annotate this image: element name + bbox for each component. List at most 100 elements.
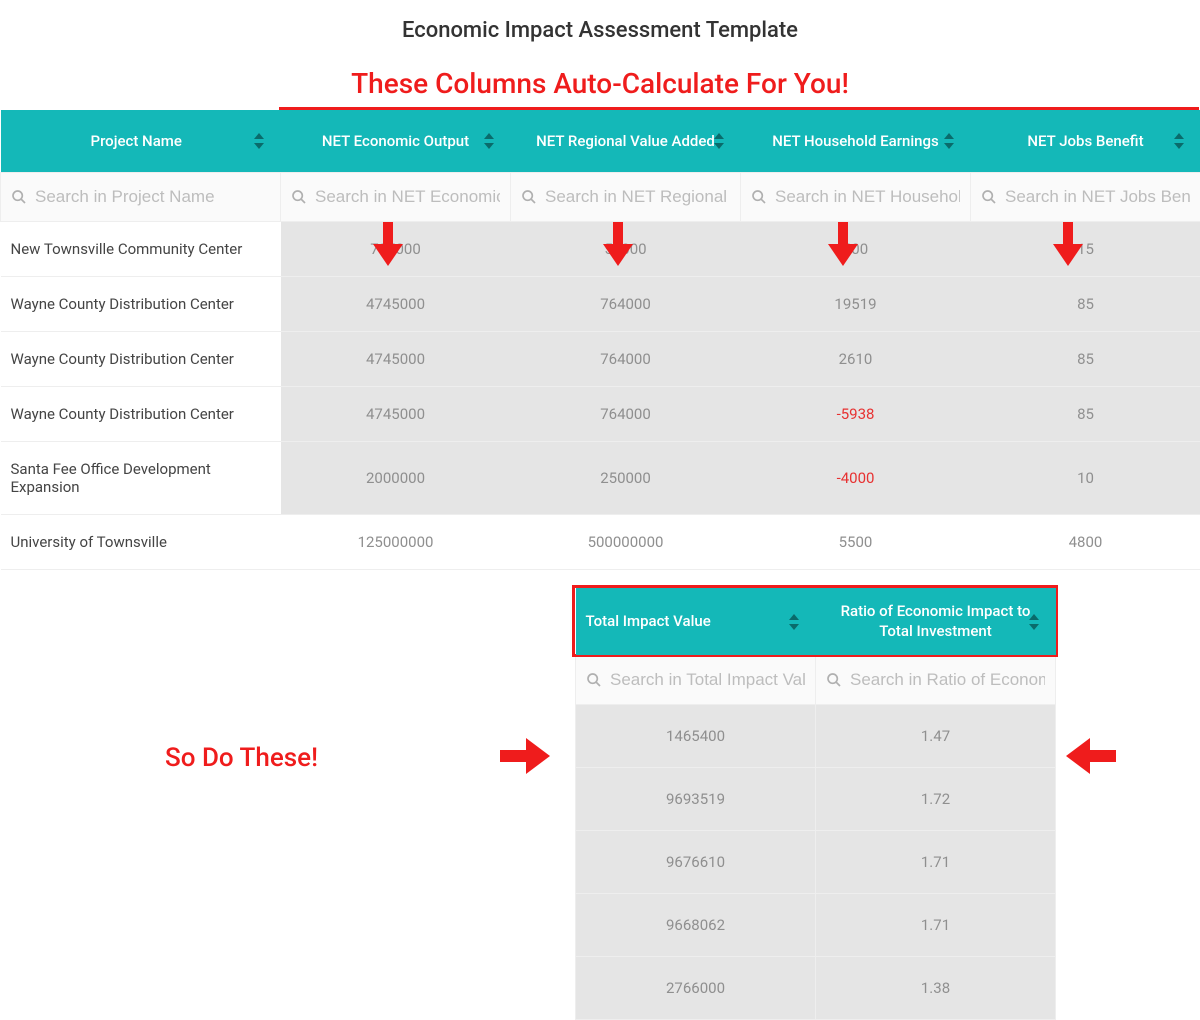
cell-value: 9668062 [576, 894, 816, 957]
sort-icon[interactable] [713, 133, 725, 149]
table-header-row: Project Name NET Economic Output NET Reg… [1, 110, 1200, 173]
table-header-row: Total Impact Value Ratio of Economic Imp… [576, 588, 1056, 656]
table-row: 96680621.71 [576, 894, 1056, 957]
cell-value: 9676610 [576, 831, 816, 894]
cell-project-name: Wayne County Distribution Center [1, 277, 281, 332]
table-row: University of Townsville1250000005000000… [1, 515, 1200, 570]
search-input-ratio-impact[interactable] [850, 670, 1045, 690]
table-row: Santa Fee Office Development Expansion20… [1, 442, 1200, 515]
col-header-label: NET Economic Output [322, 132, 469, 150]
col-header-net-household-earnings[interactable]: NET Household Earnings [741, 110, 971, 173]
search-row [576, 656, 1056, 705]
col-header-label: Total Impact Value [586, 612, 711, 630]
cell-value: 85 [971, 277, 1200, 332]
cell-value: 1.72 [816, 768, 1056, 831]
arrow-down-icon [1053, 222, 1083, 266]
annotation-bottom: So Do These! [165, 743, 318, 773]
sort-icon[interactable] [788, 614, 800, 630]
cell-value: 764000 [511, 332, 741, 387]
cell-project-name: Santa Fee Office Development Expansion [1, 442, 281, 515]
col-header-net-economic-output[interactable]: NET Economic Output [281, 110, 511, 173]
table-row: Wayne County Distribution Center47450007… [1, 332, 1200, 387]
table-row: 96766101.71 [576, 831, 1056, 894]
table-row: Wayne County Distribution Center47450007… [1, 387, 1200, 442]
col-header-ratio-impact-investment[interactable]: Ratio of Economic Impact to Total Invest… [816, 588, 1056, 656]
search-icon [291, 189, 307, 205]
cell-value: 15 [971, 222, 1200, 277]
cell-value: 1.47 [816, 705, 1056, 768]
col-header-net-regional-value[interactable]: NET Regional Value Added [511, 110, 741, 173]
cell-value: 4745000 [281, 387, 511, 442]
cell-value: 250000 [511, 442, 741, 515]
cell-value: 1.71 [816, 894, 1056, 957]
cell-value: 2000000 [281, 442, 511, 515]
cell-value: 1.38 [816, 957, 1056, 1020]
table-row: 14654001.47 [576, 705, 1056, 768]
arrow-down-icon [828, 222, 858, 266]
search-icon [521, 189, 537, 205]
col-header-project-name[interactable]: Project Name [1, 110, 281, 173]
cell-value: 2610 [741, 332, 971, 387]
cell-value: 85 [971, 332, 1200, 387]
search-icon [751, 189, 767, 205]
table1-wrap: Project Name NET Economic Output NET Reg… [0, 110, 1200, 570]
arrow-down-icon [373, 222, 403, 266]
col-header-label: NET Regional Value Added [536, 132, 715, 150]
cell-value: 85 [971, 387, 1200, 442]
cell-project-name: University of Townsville [1, 515, 281, 570]
search-input-net-jobs-benefit[interactable] [1005, 187, 1190, 207]
annotation-top: These Columns Auto-Calculate For You! [0, 61, 1200, 110]
table-row: Wayne County Distribution Center47450007… [1, 277, 1200, 332]
arrow-right-icon [500, 738, 550, 778]
cell-value: 5500 [741, 515, 971, 570]
search-row [1, 173, 1200, 222]
search-icon [826, 672, 842, 688]
col-header-label: Project Name [91, 132, 182, 150]
table-row: New Townsville Community Center705000550… [1, 222, 1200, 277]
cell-project-name: Wayne County Distribution Center [1, 332, 281, 387]
table-row: 27660001.38 [576, 957, 1056, 1020]
col-header-label: NET Household Earnings [772, 132, 939, 150]
cell-value: -4000 [741, 442, 971, 515]
cell-project-name: Wayne County Distribution Center [1, 387, 281, 442]
cell-value: 2766000 [576, 957, 816, 1020]
arrow-left-icon [1066, 738, 1116, 778]
cell-value: 1.71 [816, 831, 1056, 894]
table-main: Project Name NET Economic Output NET Reg… [0, 110, 1200, 570]
sort-icon[interactable] [1028, 614, 1040, 630]
search-icon [981, 189, 997, 205]
cell-value: 500000000 [511, 515, 741, 570]
search-input-net-regional-value[interactable] [545, 187, 730, 207]
cell-value: 764000 [511, 387, 741, 442]
cell-value: 125000000 [281, 515, 511, 570]
cell-value: 4745000 [281, 332, 511, 387]
col-header-label: NET Jobs Benefit [1027, 132, 1143, 150]
search-input-net-economic-output[interactable] [315, 187, 500, 207]
cell-value: 4745000 [281, 277, 511, 332]
table-secondary: Total Impact Value Ratio of Economic Imp… [575, 588, 1056, 1020]
page-title: Economic Impact Assessment Template [0, 0, 1200, 61]
cell-value: 764000 [511, 277, 741, 332]
cell-value: 9693519 [576, 768, 816, 831]
search-icon [586, 672, 602, 688]
cell-value: -5938 [741, 387, 971, 442]
sort-icon[interactable] [483, 133, 495, 149]
table-row: 96935191.72 [576, 768, 1056, 831]
search-input-total-impact-value[interactable] [610, 670, 805, 690]
section-2: So Do These! Total Impact Value Ratio of… [0, 588, 1200, 1020]
sort-icon[interactable] [943, 133, 955, 149]
cell-project-name: New Townsville Community Center [1, 222, 281, 277]
arrow-down-icon [603, 222, 633, 266]
cell-value: 10 [971, 442, 1200, 515]
col-header-label: Ratio of Economic Impact to Total Invest… [841, 602, 1031, 640]
search-icon [11, 189, 27, 205]
cell-value: 1465400 [576, 705, 816, 768]
cell-value: 4800 [971, 515, 1200, 570]
sort-icon[interactable] [253, 133, 265, 149]
sort-icon[interactable] [1173, 133, 1185, 149]
search-input-net-household-earnings[interactable] [775, 187, 960, 207]
col-header-total-impact-value[interactable]: Total Impact Value [576, 588, 816, 656]
cell-value: 19519 [741, 277, 971, 332]
col-header-net-jobs-benefit[interactable]: NET Jobs Benefit [971, 110, 1200, 173]
search-input-project-name[interactable] [35, 187, 270, 207]
